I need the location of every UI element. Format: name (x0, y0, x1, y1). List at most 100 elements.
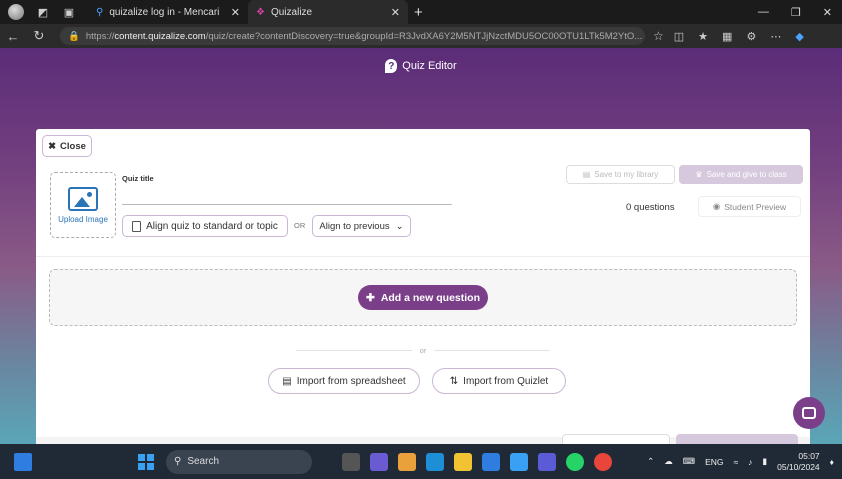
url-field[interactable]: 🔒 https://content.quizalize.com/quiz/cre… (60, 27, 645, 45)
plus-icon: ✚ (366, 291, 375, 304)
minimize-icon[interactable]: — (758, 6, 769, 19)
student-preview-button[interactable]: ◉ Student Preview (698, 196, 801, 217)
close-tab-icon[interactable]: ✕ (231, 6, 240, 19)
file-explorer-icon[interactable] (454, 452, 472, 471)
lock-icon: 🔒 (68, 30, 80, 42)
document-icon (132, 220, 142, 232)
chevron-down-icon: ⌄ (395, 220, 404, 232)
browser-toolbar: ◫ ★ ▦ ⚙ ⋯ ◆ (674, 30, 804, 43)
sort-arrows-icon: ⇅ (449, 375, 459, 387)
or-divider: or (296, 346, 551, 355)
save-and-give-button[interactable]: ♛ Save and give to class (679, 165, 803, 184)
eye-icon: ◉ (712, 201, 721, 211)
library-icon: ▤ (582, 170, 591, 179)
save-to-library-label: Save to my library (594, 170, 659, 179)
align-previous-label: Align to previous (319, 220, 390, 232)
windows-taskbar: ⚲ Search ⌃ ☁ ⌨ ENG ≈ ♪ ▮ 05:07 05/10/202… (0, 444, 842, 479)
save-to-library-button[interactable]: ▤ Save to my library (566, 165, 675, 184)
refresh-icon[interactable]: ↻ (26, 28, 52, 44)
spreadsheet-icon: ▤ (282, 375, 292, 387)
favorite-star-icon[interactable]: ☆ (653, 29, 664, 43)
tab-quizalize[interactable]: ❖ Quizalize ✕ (248, 0, 408, 24)
quiz-editor-card: ✖ Close Upload Image Quiz title Align qu… (36, 129, 810, 444)
volume-icon[interactable]: ♪ (748, 457, 752, 467)
clock[interactable]: 05:07 05/10/2024 (777, 451, 820, 473)
window-controls: — ❐ ✕ (758, 6, 842, 19)
save-and-give-label: Save and give to class (706, 170, 787, 179)
close-label: Close (60, 140, 86, 152)
page-background: ? Quiz Editor ✖ Close Upload Image Quiz … (0, 48, 842, 444)
app-icon[interactable] (510, 452, 528, 471)
close-icon: ✖ (48, 140, 57, 152)
edge-icon[interactable] (426, 452, 444, 471)
upload-label: Upload Image (58, 214, 108, 224)
keyboard-icon[interactable]: ⌨ (683, 456, 695, 467)
start-button[interactable] (138, 453, 154, 470)
teams-icon[interactable] (370, 452, 388, 471)
editor-header: ? Quiz Editor (0, 59, 842, 73)
url-text: https://content.quizalize.com/quiz/creat… (85, 30, 643, 42)
restore-icon[interactable]: ❐ (791, 6, 801, 19)
close-window-icon[interactable]: ✕ (823, 6, 832, 19)
browser-tab-strip: ◩ ▣ ⚲ quizalize log in - Mencari ✕ ❖ Qui… (0, 0, 842, 24)
close-tab-icon[interactable]: ✕ (391, 6, 400, 19)
task-view-icon[interactable] (342, 452, 360, 471)
tab-actions-icon[interactable]: ▣ (60, 3, 78, 21)
search-icon: ⚲ (174, 456, 182, 467)
or-divider-text: or (419, 346, 427, 355)
upload-image-button[interactable]: Upload Image (50, 172, 116, 238)
footer-button[interactable] (562, 434, 670, 444)
class-icon: ♛ (695, 170, 703, 179)
image-icon (68, 186, 98, 211)
collections-icon[interactable]: ▦ (722, 30, 732, 43)
extensions-icon[interactable]: ⚙ (746, 30, 756, 43)
quizalize-favicon-icon: ❖ (256, 6, 265, 18)
search-label: Search (187, 456, 220, 467)
widgets-icon[interactable] (14, 452, 32, 471)
divider (36, 256, 810, 257)
copilot-icon[interactable]: ◆ (795, 30, 803, 43)
import-spreadsheet-label: Import from spreadsheet (296, 375, 406, 387)
language-indicator[interactable]: ENG (705, 457, 723, 467)
tab-title: quizalize log in - Mencari (109, 6, 220, 18)
tab-search[interactable]: ⚲ quizalize log in - Mencari ✕ (88, 0, 248, 24)
files-icon[interactable] (398, 452, 416, 471)
favorites-icon[interactable]: ★ (698, 30, 708, 43)
store-icon[interactable] (482, 452, 500, 471)
import-quizlet-label: Import from Quizlet (463, 375, 549, 387)
footer-button-primary[interactable] (676, 434, 798, 444)
import-spreadsheet-button[interactable]: ▤ Import from spreadsheet (268, 368, 420, 394)
chrome-icon[interactable] (594, 452, 612, 471)
app-icon[interactable] (538, 452, 556, 471)
cloud-icon[interactable]: ☁ (664, 456, 673, 467)
battery-icon[interactable]: ▮ (762, 456, 767, 467)
align-standard-label: Align quiz to standard or topic (146, 220, 278, 232)
taskbar-search[interactable]: ⚲ Search (166, 449, 312, 474)
align-previous-dropdown[interactable]: Align to previous ⌄ (312, 215, 411, 237)
split-screen-icon[interactable]: ◫ (674, 30, 684, 43)
new-tab-icon[interactable]: + (414, 4, 423, 21)
quiz-title-input[interactable] (122, 187, 452, 205)
clock-date: 05/10/2024 (777, 461, 820, 472)
notification-bell-icon[interactable]: ♦ (830, 457, 834, 467)
clock-time: 05:07 (798, 450, 820, 461)
wifi-icon[interactable]: ≈ (734, 457, 739, 467)
page-title: Quiz Editor (402, 60, 457, 72)
search-icon: ⚲ (96, 6, 104, 18)
add-question-button[interactable]: ✚ Add a new question (358, 285, 488, 310)
tab-title: Quizalize (270, 6, 313, 18)
chevron-up-icon[interactable]: ⌃ (647, 456, 654, 467)
whatsapp-icon[interactable] (566, 452, 584, 471)
import-quizlet-button[interactable]: ⇅ Import from Quizlet (432, 368, 566, 394)
chat-support-button[interactable] (793, 397, 825, 429)
profile-avatar[interactable] (8, 4, 24, 20)
quizalize-logo-icon: ? (385, 59, 398, 73)
more-options-icon[interactable]: ⋯ (770, 30, 781, 43)
close-button[interactable]: ✖ Close (42, 135, 92, 157)
question-dropzone: ✚ Add a new question (49, 269, 797, 326)
align-standard-button[interactable]: Align quiz to standard or topic (122, 215, 288, 237)
chat-icon (802, 407, 816, 419)
back-icon[interactable]: ← (0, 29, 26, 44)
or-label: OR (294, 221, 306, 230)
workspaces-icon[interactable]: ◩ (34, 3, 52, 21)
